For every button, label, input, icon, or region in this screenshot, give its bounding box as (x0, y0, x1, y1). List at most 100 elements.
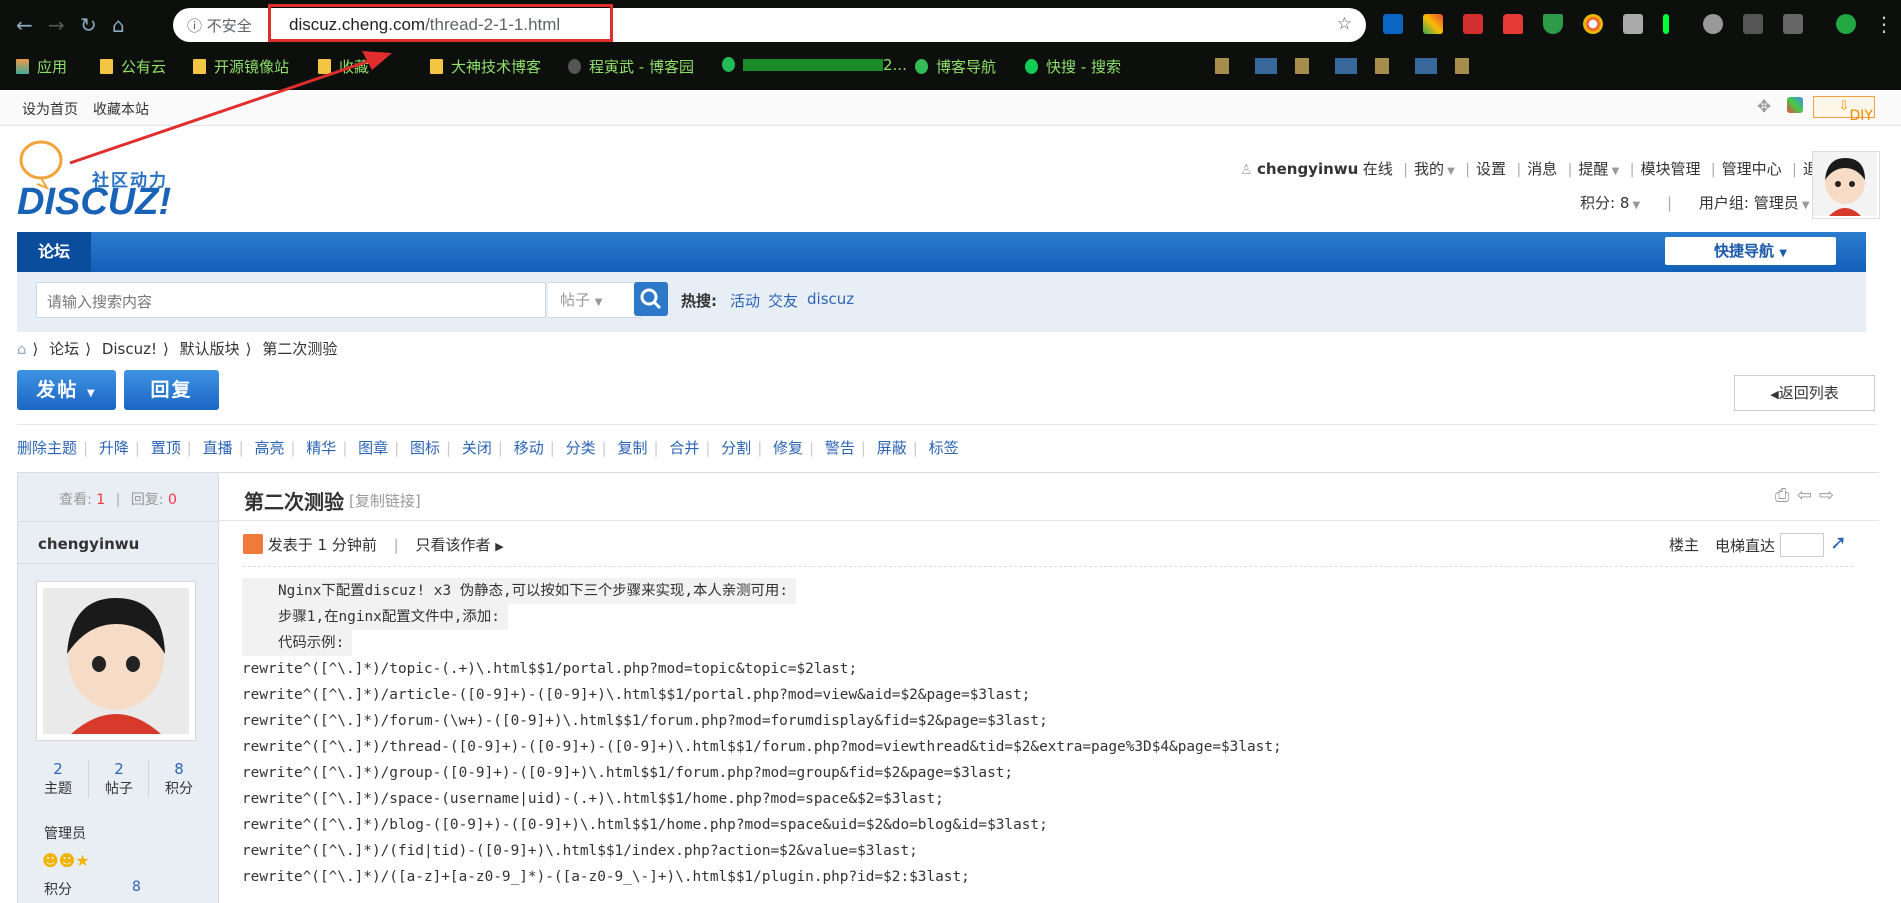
module-admin-link[interactable]: 模块管理 (1640, 160, 1700, 178)
new-post-button[interactable]: 发帖 ▼ (17, 370, 116, 410)
mod-tag[interactable]: 标签 (929, 439, 959, 457)
star-icon[interactable]: ☆ (1337, 14, 1352, 34)
shield-dark-icon[interactable] (1743, 14, 1763, 34)
breadcrumb-forum[interactable]: 论坛 (49, 340, 79, 358)
prev-thread-icon[interactable]: ⇦ (1797, 485, 1812, 506)
mod-delete[interactable]: 删除主题 (17, 439, 77, 457)
bookmark-item[interactable]: 程寅武 - 博客园 (568, 56, 694, 77)
breadcrumb-discuz[interactable]: Discuz! (102, 340, 157, 358)
menu-icon[interactable]: ⋮ (1874, 12, 1894, 36)
mod-split[interactable]: 分割 (721, 439, 751, 457)
stat-posts[interactable]: 2 帖子 (88, 760, 149, 798)
reminders-menu[interactable]: 提醒 (1578, 160, 1608, 178)
search-button[interactable] (634, 282, 668, 316)
extension-bar-icon[interactable] (1663, 14, 1669, 34)
style-icon[interactable] (1787, 97, 1803, 113)
copy-link[interactable]: [复制链接] (349, 490, 421, 511)
replies-label: 回复: (130, 492, 164, 508)
avatar-graphic (43, 588, 189, 734)
my-menu[interactable]: 我的 (1414, 160, 1444, 178)
home-icon[interactable]: ⌂ (112, 13, 125, 37)
reply-button[interactable]: 回复 (124, 370, 219, 410)
search-input[interactable]: 请输入搜索内容 (47, 291, 152, 312)
back-icon[interactable]: ← (16, 13, 33, 37)
user-group[interactable]: 用户组: 管理员 (1699, 194, 1799, 212)
hot-search-item[interactable]: 交友 (768, 290, 798, 311)
collapse-icon[interactable]: ✥ (1757, 97, 1771, 117)
bookmark-item[interactable]: 博客导航 (915, 56, 996, 77)
bookmark-item[interactable]: 公有云 (100, 56, 166, 77)
chevron-right-icon: ▶ (495, 540, 504, 553)
diy-button[interactable]: ⇩ DIY (1813, 96, 1875, 124)
next-thread-icon[interactable]: ⇨ (1819, 485, 1834, 506)
iv-icon[interactable] (1463, 14, 1483, 34)
stat-points[interactable]: 8 积分 (148, 760, 209, 798)
cloud-icon[interactable] (1703, 14, 1723, 34)
reload-icon[interactable]: ↻ (80, 13, 97, 37)
forward-icon[interactable]: → (48, 13, 65, 37)
messages-link[interactable]: 消息 (1527, 160, 1557, 178)
mod-close[interactable]: 关闭 (462, 439, 492, 457)
stat-label: 积分 (165, 781, 193, 797)
search-type-select[interactable]: 帖子 ▼ (548, 282, 641, 318)
bookmark-item[interactable]: 大神技术博客 (430, 56, 541, 77)
search-field[interactable]: 请输入搜索内容 (36, 282, 546, 318)
username-link[interactable]: chengyinwu (1257, 160, 1358, 178)
floor-jump-input[interactable] (1780, 533, 1824, 557)
bookmark-item[interactable]: 开源镜像站 (193, 56, 289, 77)
mod-digest[interactable]: 精华 (306, 439, 336, 457)
quick-nav-button[interactable]: 快捷导航 ▼ (1665, 237, 1836, 265)
settings-link[interactable]: 设置 (1476, 160, 1506, 178)
mod-icon[interactable]: 图标 (410, 439, 440, 457)
bookmark-apps[interactable]: 应用 (16, 56, 67, 77)
mod-category[interactable]: 分类 (566, 439, 596, 457)
bookmark-item[interactable]: 2... (722, 56, 907, 74)
user-points[interactable]: 积分: 8 (1580, 194, 1629, 212)
hot-search-item[interactable]: discuz (807, 290, 854, 308)
stat-threads[interactable]: 2 主题 (28, 760, 88, 798)
print-icon[interactable]: ⎙ (1775, 485, 1789, 506)
go-icon[interactable]: ➚ (1830, 530, 1847, 554)
nav-forum-tab[interactable]: 论坛 (17, 232, 91, 272)
site-logo[interactable]: 社区动力 DISCUZ! (17, 138, 182, 223)
author-avatar[interactable] (36, 581, 196, 741)
blurred-text (743, 59, 883, 71)
insecure-indicator[interactable]: ⓘ 不安全 (187, 15, 252, 36)
mod-ban[interactable]: 屏蔽 (877, 439, 907, 457)
mod-stamp[interactable]: 图章 (358, 439, 388, 457)
linkedin-icon[interactable] (1383, 14, 1403, 34)
admin-center-link[interactable]: 管理中心 (1722, 160, 1782, 178)
back-to-list-button[interactable]: ◀返回列表 (1734, 375, 1875, 411)
mod-bump[interactable]: 升降 (99, 439, 129, 457)
hand-icon[interactable] (1623, 14, 1643, 34)
author-name[interactable]: chengyinwu (38, 535, 139, 553)
mod-sticky[interactable]: 置顶 (151, 439, 181, 457)
header-avatar[interactable] (1812, 151, 1880, 219)
lock-icon[interactable] (1503, 14, 1523, 34)
mod-copy[interactable]: 复制 (617, 439, 647, 457)
mod-merge[interactable]: 合并 (669, 439, 699, 457)
mod-repair[interactable]: 修复 (773, 439, 803, 457)
only-author-link[interactable]: 只看该作者 (416, 536, 491, 554)
home-icon[interactable]: ⌂ (17, 340, 27, 358)
favorite-link[interactable]: 收藏本站 (93, 99, 149, 119)
mod-highlight[interactable]: 高亮 (254, 439, 284, 457)
code-line: rewrite^([^\.]*)/group-([0-9]+)-([0-9]+)… (242, 765, 1014, 781)
chrome-icon[interactable] (1583, 14, 1603, 34)
breadcrumb-board[interactable]: 默认版块 (180, 340, 240, 358)
counter-icon[interactable] (1783, 14, 1803, 34)
hot-search-item[interactable]: 活动 (730, 290, 760, 311)
profile-icon[interactable] (1836, 14, 1856, 34)
extension-icon[interactable] (1423, 14, 1443, 34)
mod-live[interactable]: 直播 (203, 439, 233, 457)
bookmark-item[interactable]: 快搜 - 搜索 (1025, 56, 1121, 77)
shield-icon[interactable] (1543, 14, 1563, 34)
url-highlight-box[interactable]: discuz.cheng.com/thread-2-1-1.html (268, 4, 613, 42)
bookmark-item[interactable]: 收藏 (318, 56, 369, 77)
mod-move[interactable]: 移动 (514, 439, 544, 457)
divider (17, 424, 1877, 425)
set-home-link[interactable]: 设为首页 (22, 99, 78, 119)
mod-warn[interactable]: 警告 (825, 439, 855, 457)
author-group[interactable]: 管理员 (44, 823, 86, 843)
breadcrumb-thread[interactable]: 第二次测验 (262, 340, 337, 358)
